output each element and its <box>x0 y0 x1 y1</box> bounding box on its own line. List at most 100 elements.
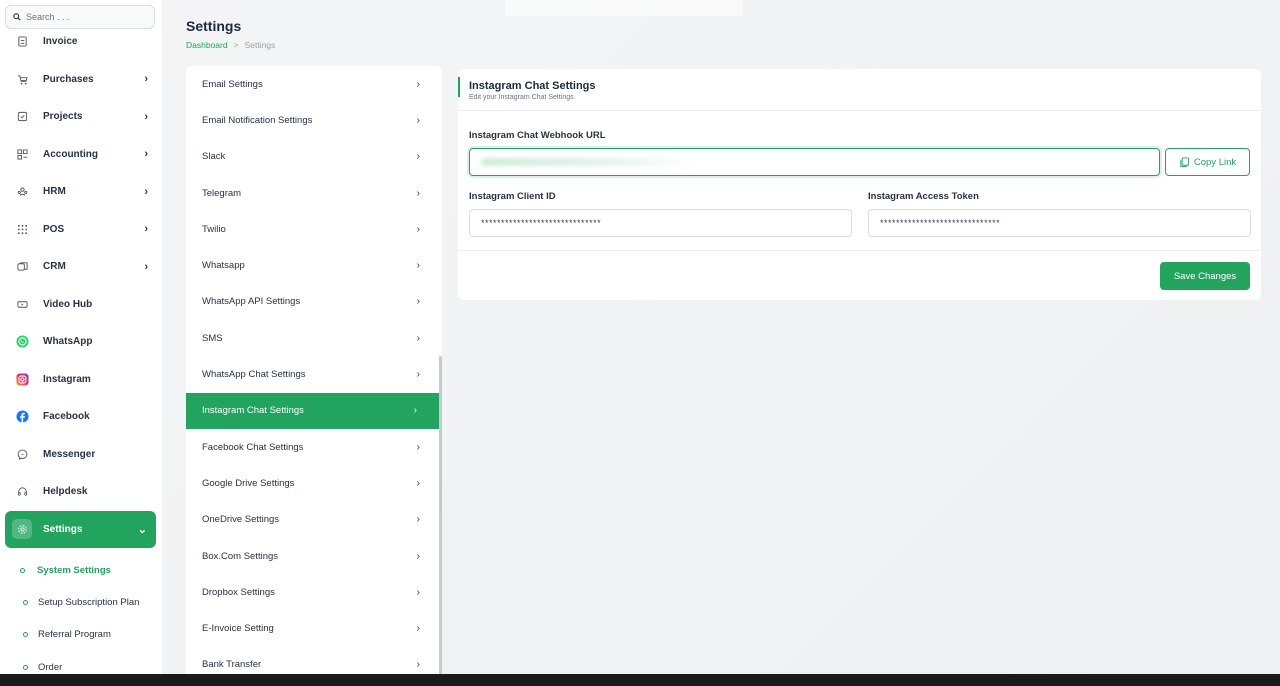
submenu-item-label: Setup Subscription Plan <box>38 596 140 608</box>
settings-item-label: Twilio <box>202 223 226 235</box>
client-id-field[interactable]: ****************************** <box>469 209 852 237</box>
settings-item-e-invoice-setting[interactable]: E-Invoice Setting › <box>186 610 442 646</box>
submenu-item-referral-program[interactable]: Referral Program <box>0 619 162 651</box>
sidebar-item-whatsapp[interactable]: WhatsApp <box>0 323 162 361</box>
breadcrumb-current: Settings <box>244 40 276 50</box>
settings-item-whatsapp-chat-settings[interactable]: WhatsApp Chat Settings › <box>186 356 442 392</box>
chevron-down-icon: ⌄ <box>137 523 147 536</box>
settings-item-whatsapp-api-settings[interactable]: WhatsApp API Settings › <box>186 284 442 320</box>
settings-item-sms[interactable]: SMS › <box>186 320 442 356</box>
sidebar-item-video-hub[interactable]: Video Hub <box>0 286 162 324</box>
chevron-right-icon: › <box>416 187 420 199</box>
submenu-item-order[interactable]: Order <box>0 651 162 674</box>
sidebar-item-label: Video Hub <box>43 298 93 310</box>
bullet-icon <box>23 599 28 605</box>
settings-item-whatsapp[interactable]: Whatsapp › <box>186 247 442 283</box>
card-header: Instagram Chat Settings Edit your Instag… <box>458 69 1261 111</box>
sidebar-item-accounting[interactable]: Accounting › <box>0 136 162 174</box>
settings-item-twilio[interactable]: Twilio › <box>186 211 442 247</box>
settings-item-label: Slack <box>202 151 226 163</box>
sidebar-item-hrm[interactable]: HRM › <box>0 173 162 211</box>
settings-item-label: WhatsApp Chat Settings <box>202 369 306 381</box>
cart-icon <box>12 69 32 89</box>
settings-item-label: Whatsapp <box>202 260 245 272</box>
breadcrumb-dashboard-link[interactable]: Dashboard <box>186 40 228 50</box>
sidebar-item-projects[interactable]: Projects › <box>0 98 162 136</box>
settings-item-label: Telegram <box>202 187 242 199</box>
settings-item-label: SMS <box>202 332 223 344</box>
chevron-right-icon: › <box>416 332 420 344</box>
submenu-item-label: System Settings <box>37 564 111 576</box>
settings-item-box-com-settings[interactable]: Box.Com Settings › <box>186 538 442 574</box>
users-icon <box>12 182 32 202</box>
headset-icon <box>12 482 32 502</box>
sidebar-item-purchases[interactable]: Purchases › <box>0 61 162 99</box>
copy-icon <box>1180 156 1189 167</box>
check-square-icon <box>12 107 32 127</box>
sidebar-item-instagram[interactable]: Instagram <box>0 361 162 399</box>
settings-item-label: E-Invoice Setting <box>202 623 274 635</box>
settings-item-label: Email Notification Settings <box>202 114 313 126</box>
sidebar-item-invoice[interactable]: Invoice <box>0 23 162 61</box>
chevron-right-icon: › <box>416 441 420 453</box>
sidebar-item-crm[interactable]: CRM › <box>0 248 162 286</box>
card-subtitle: Edit your Instagram Chat Settings <box>469 94 574 101</box>
settings-item-label: Instagram Chat Settings <box>202 405 304 417</box>
search-placeholder: Search . . . <box>26 12 70 22</box>
settings-item-label: Facebook Chat Settings <box>202 441 304 453</box>
chevron-right-icon: › <box>416 659 420 671</box>
sidebar-item-label: Projects <box>43 111 83 123</box>
chevron-right-icon: › <box>416 296 420 308</box>
access-token-value: ****************************** <box>880 218 1001 228</box>
sidebar-item-messenger[interactable]: Messenger <box>0 436 162 474</box>
settings-item-label: Bank Transfer <box>202 659 262 671</box>
chevron-right-icon: › <box>416 78 420 90</box>
settings-item-instagram-chat-settings[interactable]: Instagram Chat Settings › <box>186 392 439 429</box>
settings-item-email-settings[interactable]: Email Settings › <box>186 66 442 102</box>
settings-item-telegram[interactable]: Telegram › <box>186 175 442 211</box>
chevron-right-icon: › <box>144 260 148 273</box>
save-changes-label: Save Changes <box>1173 270 1237 282</box>
sidebar-item-helpdesk[interactable]: Helpdesk <box>0 473 162 511</box>
copy-link-button[interactable]: Copy Link <box>1165 148 1250 176</box>
chevron-right-icon: › <box>413 405 417 417</box>
sidebar-item-label: Purchases <box>43 73 94 85</box>
settings-item-google-drive-settings[interactable]: Google Drive Settings › <box>186 465 442 501</box>
submenu-item-label: Order <box>38 661 63 673</box>
chevron-right-icon: › <box>416 260 420 272</box>
access-token-field[interactable]: ****************************** <box>868 209 1251 237</box>
sidebar-item-facebook[interactable]: Facebook <box>0 398 162 436</box>
webhook-url-value-redacted <box>481 158 701 166</box>
webhook-url-field[interactable] <box>469 148 1160 176</box>
chevron-right-icon: › <box>416 151 420 163</box>
instagram-icon <box>12 369 32 389</box>
invoice-icon <box>12 32 32 52</box>
settings-item-slack[interactable]: Slack › <box>186 139 442 175</box>
sidebar-item-label: CRM <box>43 261 66 273</box>
bullet-icon <box>23 664 28 670</box>
settings-item-bank-transfer[interactable]: Bank Transfer › <box>186 647 442 674</box>
chevron-right-icon: › <box>416 586 420 598</box>
chevron-right-icon: › <box>144 73 148 86</box>
submenu-item-system-settings[interactable]: System Settings <box>0 554 162 586</box>
chevron-right-icon: › <box>144 148 148 161</box>
client-id-value: ****************************** <box>481 218 602 228</box>
settings-item-dropbox-settings[interactable]: Dropbox Settings › <box>186 574 442 610</box>
card-header-accent <box>458 77 460 97</box>
card-title: Instagram Chat Settings <box>469 80 596 92</box>
video-icon <box>12 294 32 314</box>
sidebar-item-settings[interactable]: Settings ⌄ <box>5 510 156 548</box>
save-changes-button[interactable]: Save Changes <box>1160 262 1250 290</box>
sidebar-item-pos[interactable]: POS › <box>0 211 162 249</box>
settings-item-facebook-chat-settings[interactable]: Facebook Chat Settings › <box>186 429 442 465</box>
bullet-icon <box>20 567 25 573</box>
settings-list-scrollbar[interactable] <box>439 356 442 674</box>
layers-icon <box>12 257 32 277</box>
bullet-icon <box>23 632 28 638</box>
settings-item-email-notification-settings[interactable]: Email Notification Settings › <box>186 102 442 138</box>
breadcrumb: Dashboard > Settings <box>186 40 275 50</box>
settings-item-onedrive-settings[interactable]: OneDrive Settings › <box>186 502 442 538</box>
client-id-label: Instagram Client ID <box>469 191 556 202</box>
submenu-item-setup-subscription-plan[interactable]: Setup Subscription Plan <box>0 586 162 618</box>
chevron-right-icon: › <box>144 185 148 198</box>
